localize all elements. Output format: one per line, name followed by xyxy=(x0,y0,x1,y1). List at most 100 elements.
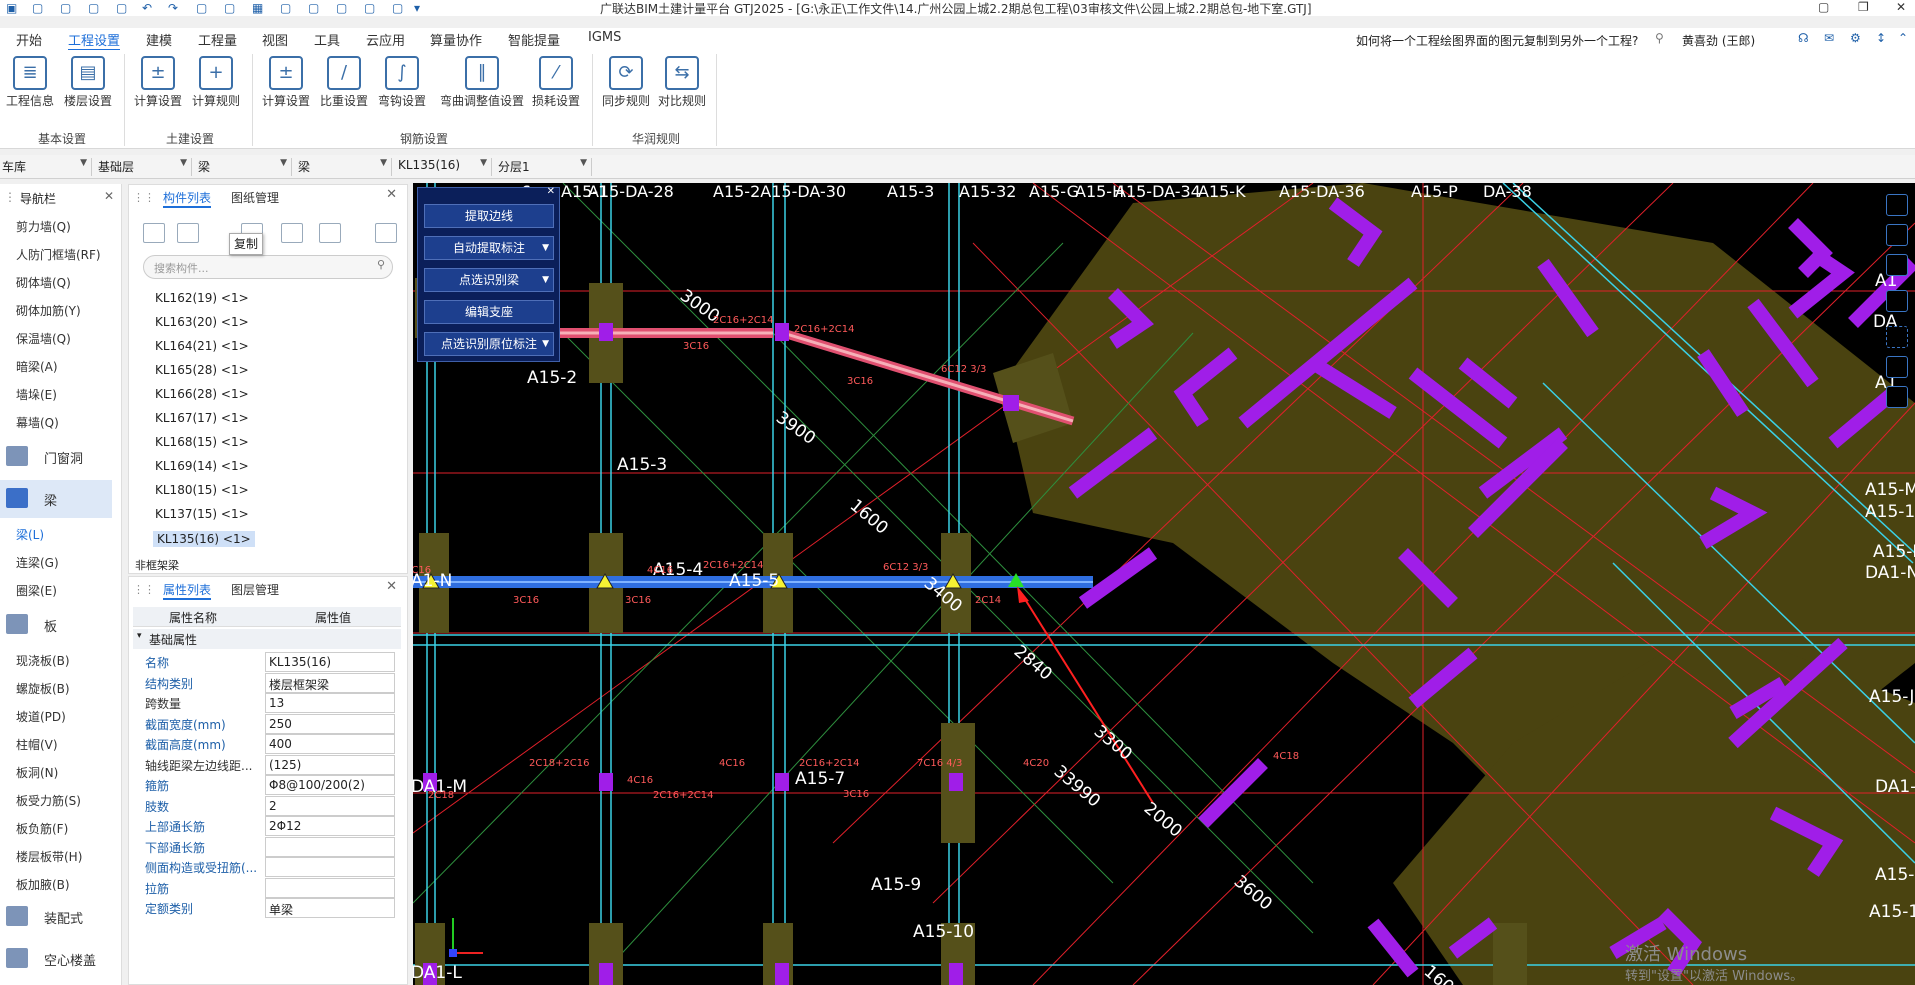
list-item[interactable]: KL167(17) <1> xyxy=(155,411,249,425)
quick-tool-icon[interactable]: ▢ xyxy=(336,1,347,15)
nav-item-coupling-beam[interactable]: 连梁(G) xyxy=(16,554,59,571)
compare-rules-button[interactable]: ⇆ 对比规则 xyxy=(652,56,712,109)
tab-smart[interactable]: 智能提量 xyxy=(508,30,560,49)
cube-solid-icon[interactable] xyxy=(1886,290,1908,312)
orbit-icon[interactable] xyxy=(1886,194,1908,216)
property-value-input[interactable] xyxy=(265,836,395,857)
nav-item-slab-main-rebar[interactable]: 板受力筋(S) xyxy=(16,792,81,809)
settings-icon[interactable]: ⚙ xyxy=(1850,31,1861,45)
nav-item-civil-defense-wall[interactable]: 人防门框墙(RF) xyxy=(16,246,101,263)
tab-component-list[interactable]: 构件列表 xyxy=(163,189,212,208)
chevron-down-icon[interactable]: ▼ xyxy=(542,333,549,355)
property-row[interactable]: 上部通长筋 2Φ12 xyxy=(135,815,397,837)
restore-window-icon[interactable]: ▢ xyxy=(1818,0,1829,14)
quick-tool-icon[interactable]: ▢ xyxy=(308,1,319,15)
nav-item-slab-neg-rebar[interactable]: 板负筋(F) xyxy=(16,820,68,837)
bend-adjust-settings-button[interactable]: ∥ 弯曲调整值设置 xyxy=(434,56,530,109)
component-select[interactable]: KL135(16) ▼ xyxy=(396,158,492,176)
nav-cat-beam[interactable]: 梁 xyxy=(0,480,112,518)
close-icon[interactable]: ✕ xyxy=(104,189,114,203)
chevron-down-icon[interactable]: ▼ xyxy=(542,237,549,259)
tab-drawing-management[interactable]: 图纸管理 xyxy=(231,189,279,206)
rebar-calc-settings-button[interactable]: ± 计算设置 xyxy=(256,56,316,109)
tab-quantity[interactable]: 工程量 xyxy=(198,30,237,49)
tab-layer-management[interactable]: 图层管理 xyxy=(231,581,279,598)
section-basic-props[interactable]: ▾ 基础属性 xyxy=(133,629,401,649)
customize-dropdown-icon[interactable]: ▾ xyxy=(414,1,420,15)
property-row[interactable]: 轴线距梁左边线距... (125) xyxy=(135,754,397,776)
building-select[interactable]: 车库 ▼ xyxy=(0,158,92,176)
tab-property-list[interactable]: 属性列表 xyxy=(163,581,212,600)
nav-cat-hollow-floor[interactable]: 空心楼盖 xyxy=(0,940,112,978)
close-window-icon[interactable]: ✕ xyxy=(1896,0,1906,14)
pick-recognize-inplace-label-button[interactable]: 点选识别原位标注 ▼ xyxy=(424,332,554,356)
property-row[interactable]: 跨数量 13 xyxy=(135,692,397,714)
chevron-down-icon[interactable]: ▼ xyxy=(542,269,549,291)
close-icon[interactable]: ✕ xyxy=(547,186,555,197)
nav-item-masonry-wall[interactable]: 砌体墙(Q) xyxy=(16,274,71,291)
list-item[interactable]: KL164(21) <1> xyxy=(155,339,249,353)
property-row[interactable]: 下部通长筋 xyxy=(135,836,397,858)
floor-select[interactable]: 基础层 ▼ xyxy=(96,158,192,176)
list-item[interactable]: KL165(28) <1> xyxy=(155,363,249,377)
nav-item-slab-hole[interactable]: 板洞(N) xyxy=(16,764,58,781)
undo-icon[interactable]: ↶ xyxy=(142,1,152,15)
drag-handle-icon[interactable]: ⋮⋮ xyxy=(133,583,155,596)
restore-icon[interactable]: ❐ xyxy=(1858,0,1869,14)
quick-tool-icon[interactable]: ▦ xyxy=(252,1,263,15)
report-icon[interactable] xyxy=(1886,386,1908,408)
property-row[interactable]: 截面宽度(mm) 250 xyxy=(135,713,397,735)
loss-settings-button[interactable]: ⁄ 损耗设置 xyxy=(526,56,586,109)
component-search-input[interactable]: 搜索构件... xyxy=(143,255,393,279)
nav-cat-door-window[interactable]: 门窗洞 xyxy=(0,438,112,476)
drawing-canvas[interactable]: 6A15-1A15-DA-28A15-2A15-DA-30A15-3A15-32… xyxy=(413,183,1915,985)
property-value-input[interactable]: 单梁 xyxy=(265,898,395,918)
property-value-input[interactable]: 2 xyxy=(265,795,395,816)
property-value-input[interactable]: 楼层框架梁 xyxy=(265,672,395,693)
quick-tool-icon[interactable]: ▢ xyxy=(364,1,375,15)
property-value-input[interactable]: Φ8@100/200(2) xyxy=(265,775,395,795)
tab-igms[interactable]: IGMS xyxy=(588,30,621,45)
nav-item-wall-pier[interactable]: 墙垛(E) xyxy=(16,386,57,403)
property-value-input[interactable] xyxy=(265,877,395,898)
service-icon[interactable]: ☊ xyxy=(1798,31,1809,45)
pick-recognize-beam-button[interactable]: 点选识别梁 ▼ xyxy=(424,268,554,292)
property-row[interactable]: 箍筋 Φ8@100/200(2) xyxy=(135,774,397,796)
list-item[interactable]: KL163(20) <1> xyxy=(155,315,249,329)
quick-tool-icon[interactable]: ▢ xyxy=(224,1,235,15)
property-row[interactable]: 肢数 2 xyxy=(135,795,397,817)
save-icon[interactable]: ▢ xyxy=(60,1,71,15)
nav-cat-assembly[interactable]: 装配式 xyxy=(0,898,112,936)
nav-item-column-cap[interactable]: 柱帽(V) xyxy=(16,736,58,753)
help-search[interactable]: 如何将一个工程绘图界面的图元复制到另外一个工程? xyxy=(1356,32,1638,49)
list-item[interactable]: KL162(19) <1> xyxy=(155,291,249,305)
tab-cloud[interactable]: 云应用 xyxy=(366,30,405,49)
quick-tool-icon[interactable]: ▢ xyxy=(392,1,403,15)
search-icon[interactable]: ⚲ xyxy=(1655,31,1664,45)
copy-icon[interactable] xyxy=(177,223,199,243)
close-icon[interactable]: ✕ xyxy=(386,187,397,202)
nav-item-insulation-wall[interactable]: 保温墙(Q) xyxy=(16,330,71,347)
property-row[interactable]: 侧面构造或受扭筋(... xyxy=(135,856,397,878)
nav-item-hidden-beam[interactable]: 暗梁(A) xyxy=(16,358,58,375)
property-value-input[interactable] xyxy=(265,857,395,877)
more-icon[interactable] xyxy=(375,223,397,243)
property-row[interactable]: 截面高度(mm) 400 xyxy=(135,733,397,755)
collapse-ribbon-icon[interactable]: ⌃ xyxy=(1898,31,1908,45)
property-value-input[interactable]: 400 xyxy=(265,734,395,754)
nav-item-ramp[interactable]: 坡道(PD) xyxy=(16,708,66,725)
open-folder-icon[interactable]: ▢ xyxy=(88,1,99,15)
redo-icon[interactable]: ↷ xyxy=(168,1,178,15)
tab-tools[interactable]: 工具 xyxy=(314,30,340,49)
list-item[interactable]: KL168(15) <1> xyxy=(155,435,249,449)
list-item[interactable]: KL137(15) <1> xyxy=(155,507,249,521)
property-value-input[interactable]: 2Φ12 xyxy=(265,816,395,836)
quick-tool-icon[interactable]: ▢ xyxy=(196,1,207,15)
nav-item-spiral-slab[interactable]: 螺旋板(B) xyxy=(16,680,70,697)
layer-select[interactable]: 分层1 ▼ xyxy=(496,158,592,176)
property-value-input[interactable]: KL135(16) xyxy=(265,652,395,672)
layer-copy-icon[interactable] xyxy=(281,223,303,243)
auto-extract-label-button[interactable]: 自动提取标注 ▼ xyxy=(424,236,554,260)
new-file-icon[interactable]: ▢ xyxy=(32,1,43,15)
tab-collab[interactable]: 算量协作 xyxy=(430,30,482,49)
